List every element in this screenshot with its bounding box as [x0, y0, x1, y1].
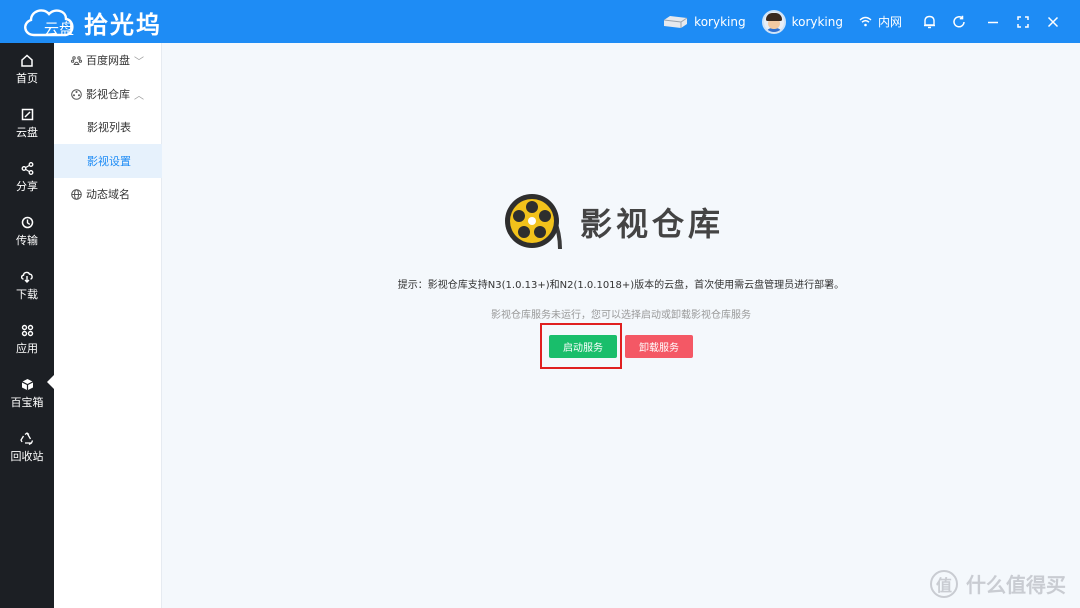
minimize-icon[interactable]: [978, 0, 1008, 43]
download-icon: [20, 271, 33, 283]
sub-item-ddns[interactable]: 动态域名: [54, 177, 162, 211]
sub-item-baidu-label: 百度网盘: [86, 54, 130, 67]
brand-name: 拾光坞: [84, 10, 162, 39]
user-menu[interactable]: koryking: [761, 9, 843, 34]
chevron-down-icon: ﹀: [134, 56, 144, 68]
device-name: koryking: [694, 14, 746, 29]
sub-item-media-list[interactable]: 影视列表: [54, 110, 162, 144]
nav-home[interactable]: 首页: [0, 43, 54, 97]
device-selector[interactable]: koryking: [662, 14, 746, 29]
wifi-icon: [859, 16, 872, 27]
start-service-button[interactable]: 启动服务: [549, 335, 617, 358]
service-status-text: 影视仓库服务未运行，您可以选择启动或卸载影视仓库服务: [491, 310, 751, 321]
nav-download[interactable]: 下载: [0, 259, 54, 313]
nav-share[interactable]: 分享: [0, 151, 54, 205]
film-reel-logo-icon: [505, 194, 562, 250]
globe-icon: [71, 188, 82, 200]
nav-apps-label: 应用: [16, 342, 38, 355]
compatibility-hint: 提示：影视仓库支持N3(1.0.13+)和N2(1.0.1018+)版本的云盘，…: [397, 280, 845, 291]
nav-cloud-disk-label: 云盘: [16, 126, 38, 139]
sub-item-media-warehouse[interactable]: 影视仓库 ︿: [54, 77, 162, 111]
avatar: [761, 9, 786, 34]
home-icon: [21, 54, 33, 67]
main-content: 影视仓库 提示：影视仓库支持N3(1.0.13+)和N2(1.0.1018+)版…: [162, 43, 1080, 608]
chevron-up-icon: ︿: [134, 90, 144, 102]
sub-item-media-settings-label: 影视设置: [87, 155, 131, 168]
film-reel-icon: [71, 88, 82, 100]
nav-cloud-disk[interactable]: 云盘: [0, 97, 54, 151]
nav-home-label: 首页: [16, 72, 38, 85]
share-icon: [21, 162, 33, 175]
nav-recycle-label: 回收站: [10, 450, 44, 463]
nav-apps[interactable]: 应用: [0, 313, 54, 367]
close-icon[interactable]: [1038, 0, 1068, 43]
sub-item-media-label: 影视仓库: [86, 88, 130, 101]
cloud-disk-icon: [21, 108, 33, 121]
paw-icon: [71, 55, 82, 65]
watermark-text: 什么值得买: [966, 573, 1066, 597]
fullscreen-icon[interactable]: [1008, 0, 1038, 43]
sub-item-media-settings[interactable]: 影视设置: [54, 144, 162, 178]
uninstall-service-button[interactable]: 卸载服务: [625, 335, 693, 358]
cloud-logo-icon: 云盘: [20, 5, 78, 39]
refresh-icon[interactable]: [944, 0, 974, 43]
user-name: koryking: [791, 14, 843, 29]
apps-icon: [21, 324, 33, 337]
toolbox-icon: [21, 379, 33, 391]
nav-transfer-label: 传输: [16, 234, 38, 247]
nav-download-label: 下载: [16, 288, 38, 301]
network-status[interactable]: 内网: [859, 13, 902, 30]
recycle-icon: [20, 432, 34, 445]
app-brand: 云盘 拾光坞: [20, 4, 162, 40]
network-label: 内网: [877, 15, 902, 29]
nav-share-label: 分享: [16, 180, 38, 193]
watermark-badge: 值: [930, 569, 958, 598]
sub-item-baidu-netdisk[interactable]: 百度网盘 ﹀: [54, 43, 162, 77]
nav-toolbox-label: 百宝箱: [10, 396, 44, 409]
title-bar: 云盘 拾光坞 koryking koryking 内网: [0, 0, 1080, 43]
sub-sidebar: 百度网盘 ﹀ 影视仓库 ︿ 影视列表 影视设置 动态域名: [54, 43, 162, 608]
main-nav-rail: 首页 云盘 分享 传输 下载 应用 百宝箱 回收站: [0, 43, 55, 608]
sub-item-media-list-label: 影视列表: [87, 121, 131, 134]
watermark: 值 什么值得买: [930, 569, 1066, 598]
nav-toolbox[interactable]: 百宝箱: [0, 367, 54, 421]
media-warehouse-header: 影视仓库: [504, 193, 724, 251]
device-icon: [664, 15, 688, 28]
bell-icon[interactable]: [914, 0, 944, 43]
cloud-label: 云盘: [44, 20, 75, 38]
page-title: 影视仓库: [580, 205, 725, 243]
nav-recycle[interactable]: 回收站: [0, 421, 54, 475]
transfer-icon: [21, 216, 33, 229]
nav-transfer[interactable]: 传输: [0, 205, 54, 259]
sub-item-ddns-label: 动态域名: [86, 188, 130, 201]
